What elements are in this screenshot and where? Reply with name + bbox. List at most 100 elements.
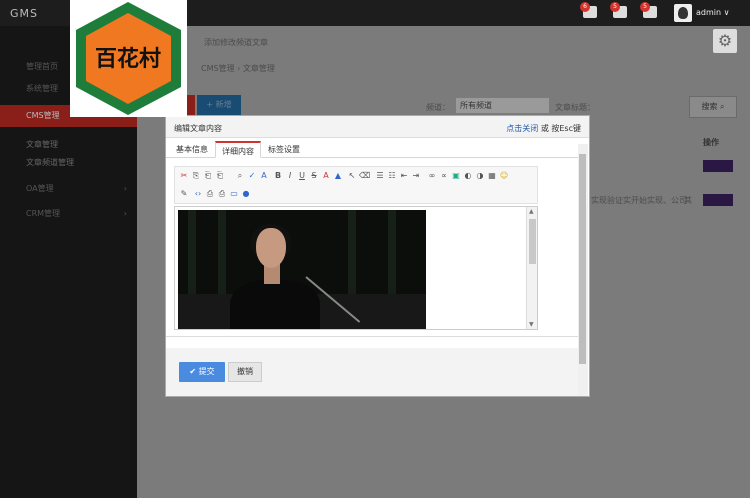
mail-badge: 5 [610,2,620,12]
tab-detail-content[interactable]: 详细内容 [215,141,261,158]
channel-label: 频道： [426,103,450,112]
unlink-icon[interactable]: ∝ [439,171,449,181]
source-code-icon[interactable]: ‹› [193,189,203,199]
unordered-list-icon[interactable]: ☷ [387,171,397,181]
editor-toolbar: ✂ ⎘ ⎗ ⎗ ⌕ ✓ A B I U S A ▲ ↖ ⌫ ☰ ☷ ⇤ ⇥ ∞ … [174,166,538,204]
fullscreen-icon[interactable]: ▭ [229,189,239,199]
search-button[interactable]: 搜索 ⌕ [689,96,737,118]
chevron-right-icon: › [123,209,127,218]
sidebar-item-label: OA管理 [26,184,54,193]
paste-text-icon[interactable]: ⎗ [215,171,225,181]
media-icon[interactable]: ◑ [475,171,485,181]
sidebar-subitem-channel[interactable]: 文章频道管理 [26,157,74,168]
notification-badge: 6 [580,2,590,12]
sidebar-item-oa[interactable]: OA管理 › [0,178,137,200]
italic-icon[interactable]: I [285,171,295,181]
chat-icon[interactable]: 5 [640,2,657,18]
submit-label: 提交 [198,367,215,376]
image-icon[interactable]: ▣ [451,171,461,181]
brand-text: GMS [10,7,38,20]
print-icon[interactable]: ⎙ [217,189,227,199]
check-icon: ✔ [189,367,197,376]
page-subtitle: 添加修改频道文章 [204,38,268,47]
scroll-down-icon[interactable]: ▼ [529,321,534,328]
highlight-icon[interactable]: ▲ [333,171,343,181]
avatar[interactable] [674,4,692,22]
divider [166,336,579,337]
bold-icon[interactable]: B [273,171,283,181]
link-icon[interactable]: ∞ [427,171,437,181]
cancel-button[interactable]: 撤销 [228,362,262,382]
scroll-thumb[interactable] [529,219,536,264]
article-photo [178,210,426,329]
bell-icon[interactable]: 6 [580,2,597,18]
find-icon[interactable]: ⌕ [235,171,245,181]
channel-select[interactable]: 所有频道 [456,98,549,113]
flash-icon[interactable]: ◐ [463,171,473,181]
tab-basic-info[interactable]: 基本信息 [172,141,212,158]
user-name: admin [696,8,722,17]
table-cell-title: 实现验证实开始实现、公司 [591,196,687,205]
emoji-icon[interactable]: ☺ [499,171,509,181]
editor-scrollbar[interactable]: ▲ ▼ [526,207,537,329]
preview-icon[interactable]: ⎙ [205,189,215,199]
person-face [256,228,286,268]
modal-scrollbar[interactable] [578,144,588,396]
modal-tabs: 基本信息 详细内容 标签设置 [166,141,579,158]
sidebar-item-crm[interactable]: CRM管理 › [0,203,137,225]
edit-article-modal: 编辑文章内容 点击关闭 或 按Esc键 基本信息 详细内容 标签设置 ✂ ⎘ ⎗… [165,115,590,397]
gear-icon[interactable]: ⚙ [713,29,737,53]
indent-icon[interactable]: ⇥ [411,171,421,181]
scroll-up-icon[interactable]: ▲ [529,208,534,215]
paste-icon[interactable]: ⎗ [203,171,213,181]
sidebar-item-label: CMS管理 [26,111,60,120]
table-cell-extra: 其 [684,196,692,205]
column-header-operation: 操作 [703,138,719,147]
underline-icon[interactable]: U [297,171,307,181]
modal-header: 编辑文章内容 点击关闭 或 按Esc键 [166,116,589,138]
modal-close-hint: 点击关闭 或 按Esc键 [506,123,581,134]
tab-tag-settings[interactable]: 标签设置 [264,141,304,158]
submit-button[interactable]: ✔ 提交 [179,362,225,382]
table-icon[interactable]: ▦ [487,171,497,181]
text-color-icon[interactable]: A [321,171,331,181]
esc-hint: 或 按Esc键 [540,124,581,133]
brand-logo[interactable]: GMS [10,7,38,20]
sidebar-subitem-article[interactable]: 文章管理 [26,139,58,150]
chevron-down-icon: ∨ [723,8,730,17]
sidebar-item-label: CRM管理 [26,209,61,218]
search-button-label: 搜索 [701,102,718,111]
chat-badge: 5 [640,2,650,12]
title-label: 文章标题： [555,103,595,112]
cut-icon[interactable]: ✂ [179,171,189,181]
add-button[interactable]: + 新增 [197,95,241,115]
avatar-face-icon [678,7,688,19]
spellcheck-icon[interactable]: ✓ [247,171,257,181]
edit-button[interactable] [703,194,733,206]
close-link[interactable]: 点击关闭 [506,124,538,133]
breadcrumb: CMS管理 › 文章管理 [201,64,275,73]
person-body [230,280,320,329]
eraser-icon[interactable]: ⌫ [359,171,370,181]
mail-icon[interactable]: 5 [610,2,627,18]
sidebar-item-label: 系统管理 [26,84,58,93]
rich-text-editor[interactable]: ▲ ▼ [174,206,538,330]
edit-icon[interactable]: ✎ [179,189,189,199]
user-menu[interactable]: admin ∨ [696,8,729,17]
sidebar-item-label: 管理首页 [26,62,58,71]
font-icon[interactable]: A [259,171,269,181]
modal-title: 编辑文章内容 [174,124,222,133]
strike-icon[interactable]: S [309,171,319,181]
copy-icon[interactable]: ⎘ [191,171,201,181]
edit-button[interactable] [703,160,733,172]
chevron-right-icon: › [123,184,127,193]
ordered-list-icon[interactable]: ☰ [375,171,385,181]
select-icon[interactable]: ↖ [347,171,357,181]
hexagon-logo-icon: 百花村 [76,2,181,115]
baihuacun-logo: 百花村 [70,0,187,117]
about-icon[interactable]: ● [241,189,251,199]
outdent-icon[interactable]: ⇤ [399,171,409,181]
search-icon: ⌕ [720,102,725,111]
logo-text: 百花村 [95,46,161,72]
modal-scroll-thumb[interactable] [579,154,586,364]
